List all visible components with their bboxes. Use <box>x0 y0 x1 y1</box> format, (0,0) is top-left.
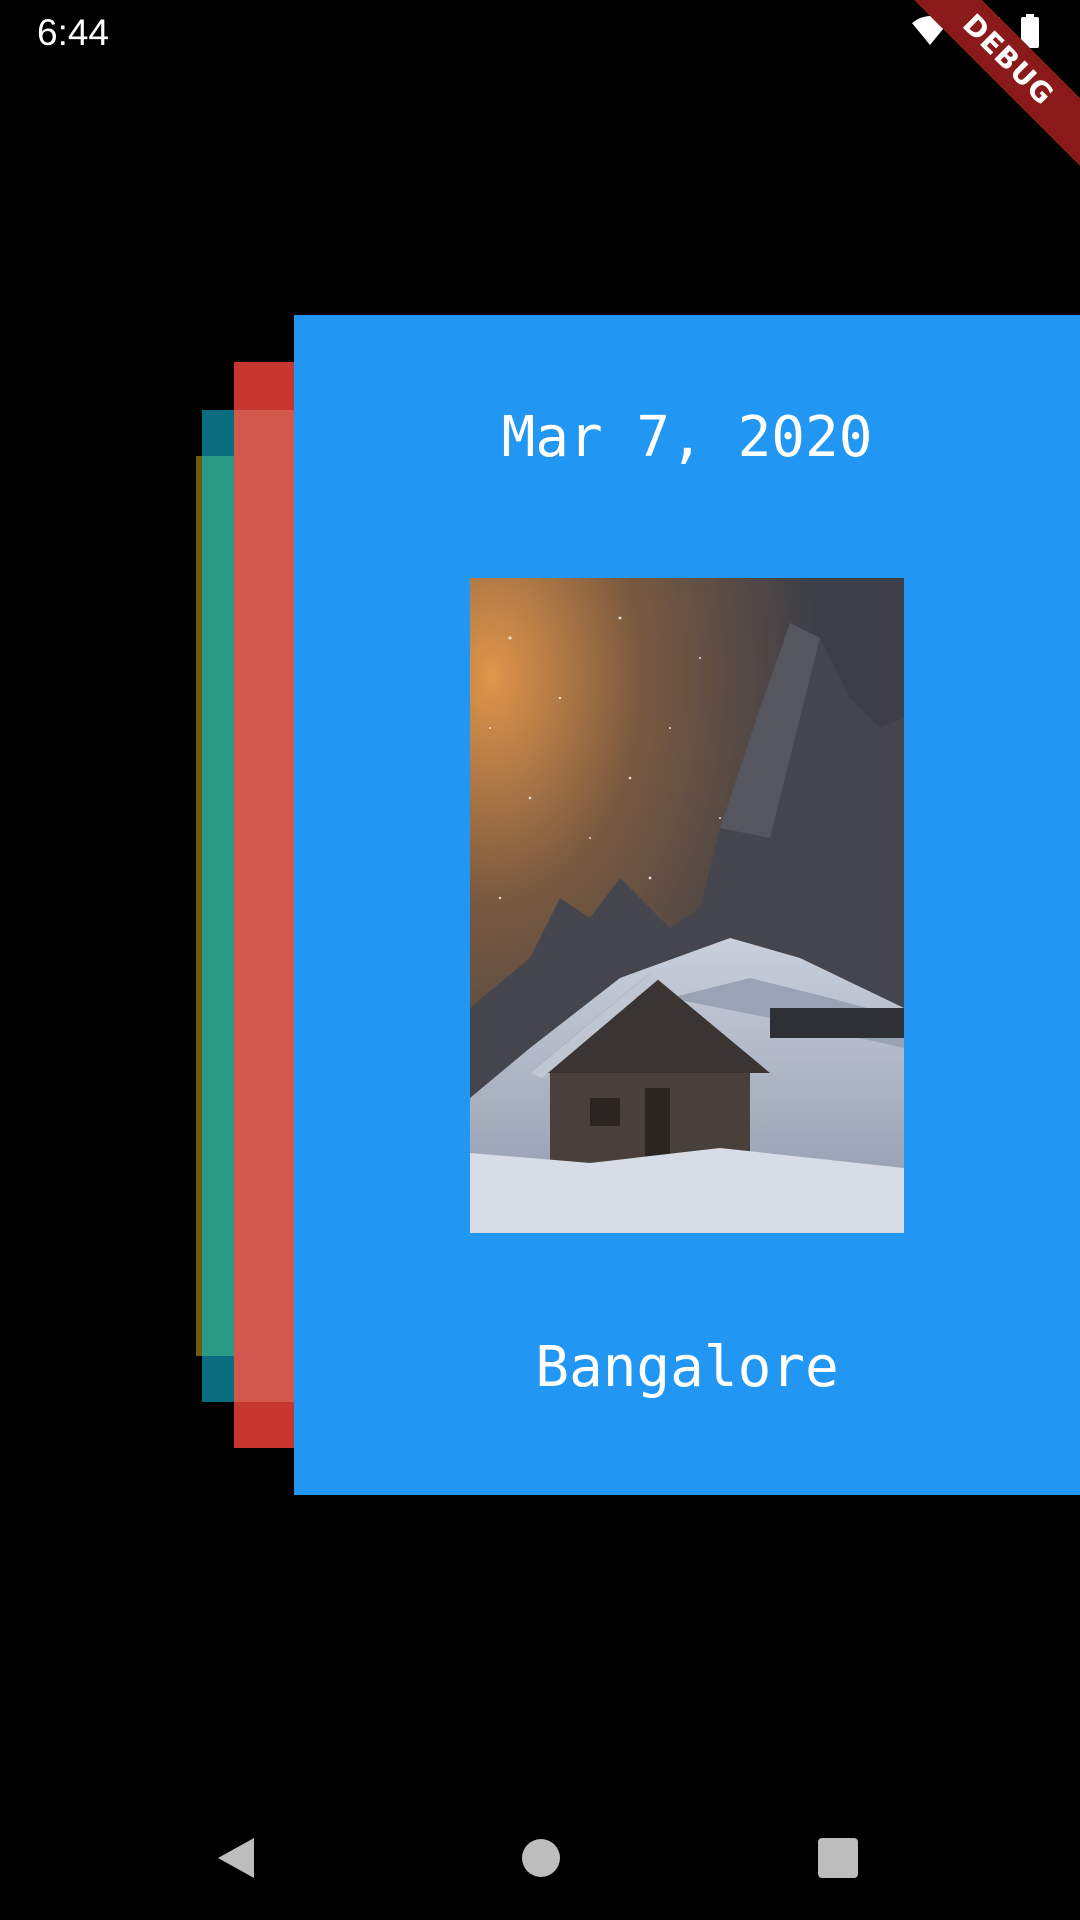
card-city: Bangalore <box>535 1335 839 1400</box>
back-icon[interactable] <box>216 1836 256 1885</box>
recents-icon[interactable] <box>818 1838 858 1878</box>
card-photo <box>470 578 904 1233</box>
card-date: Mar 7, 2020 <box>501 405 873 470</box>
home-icon[interactable] <box>522 1839 560 1877</box>
app-screen: 6:44 DEBUG Mar 7, 2020 Bangalore <box>0 0 1080 1920</box>
status-time: 6:44 <box>37 12 110 53</box>
main-card[interactable]: Mar 7, 2020 Bangalore <box>294 315 1080 1495</box>
